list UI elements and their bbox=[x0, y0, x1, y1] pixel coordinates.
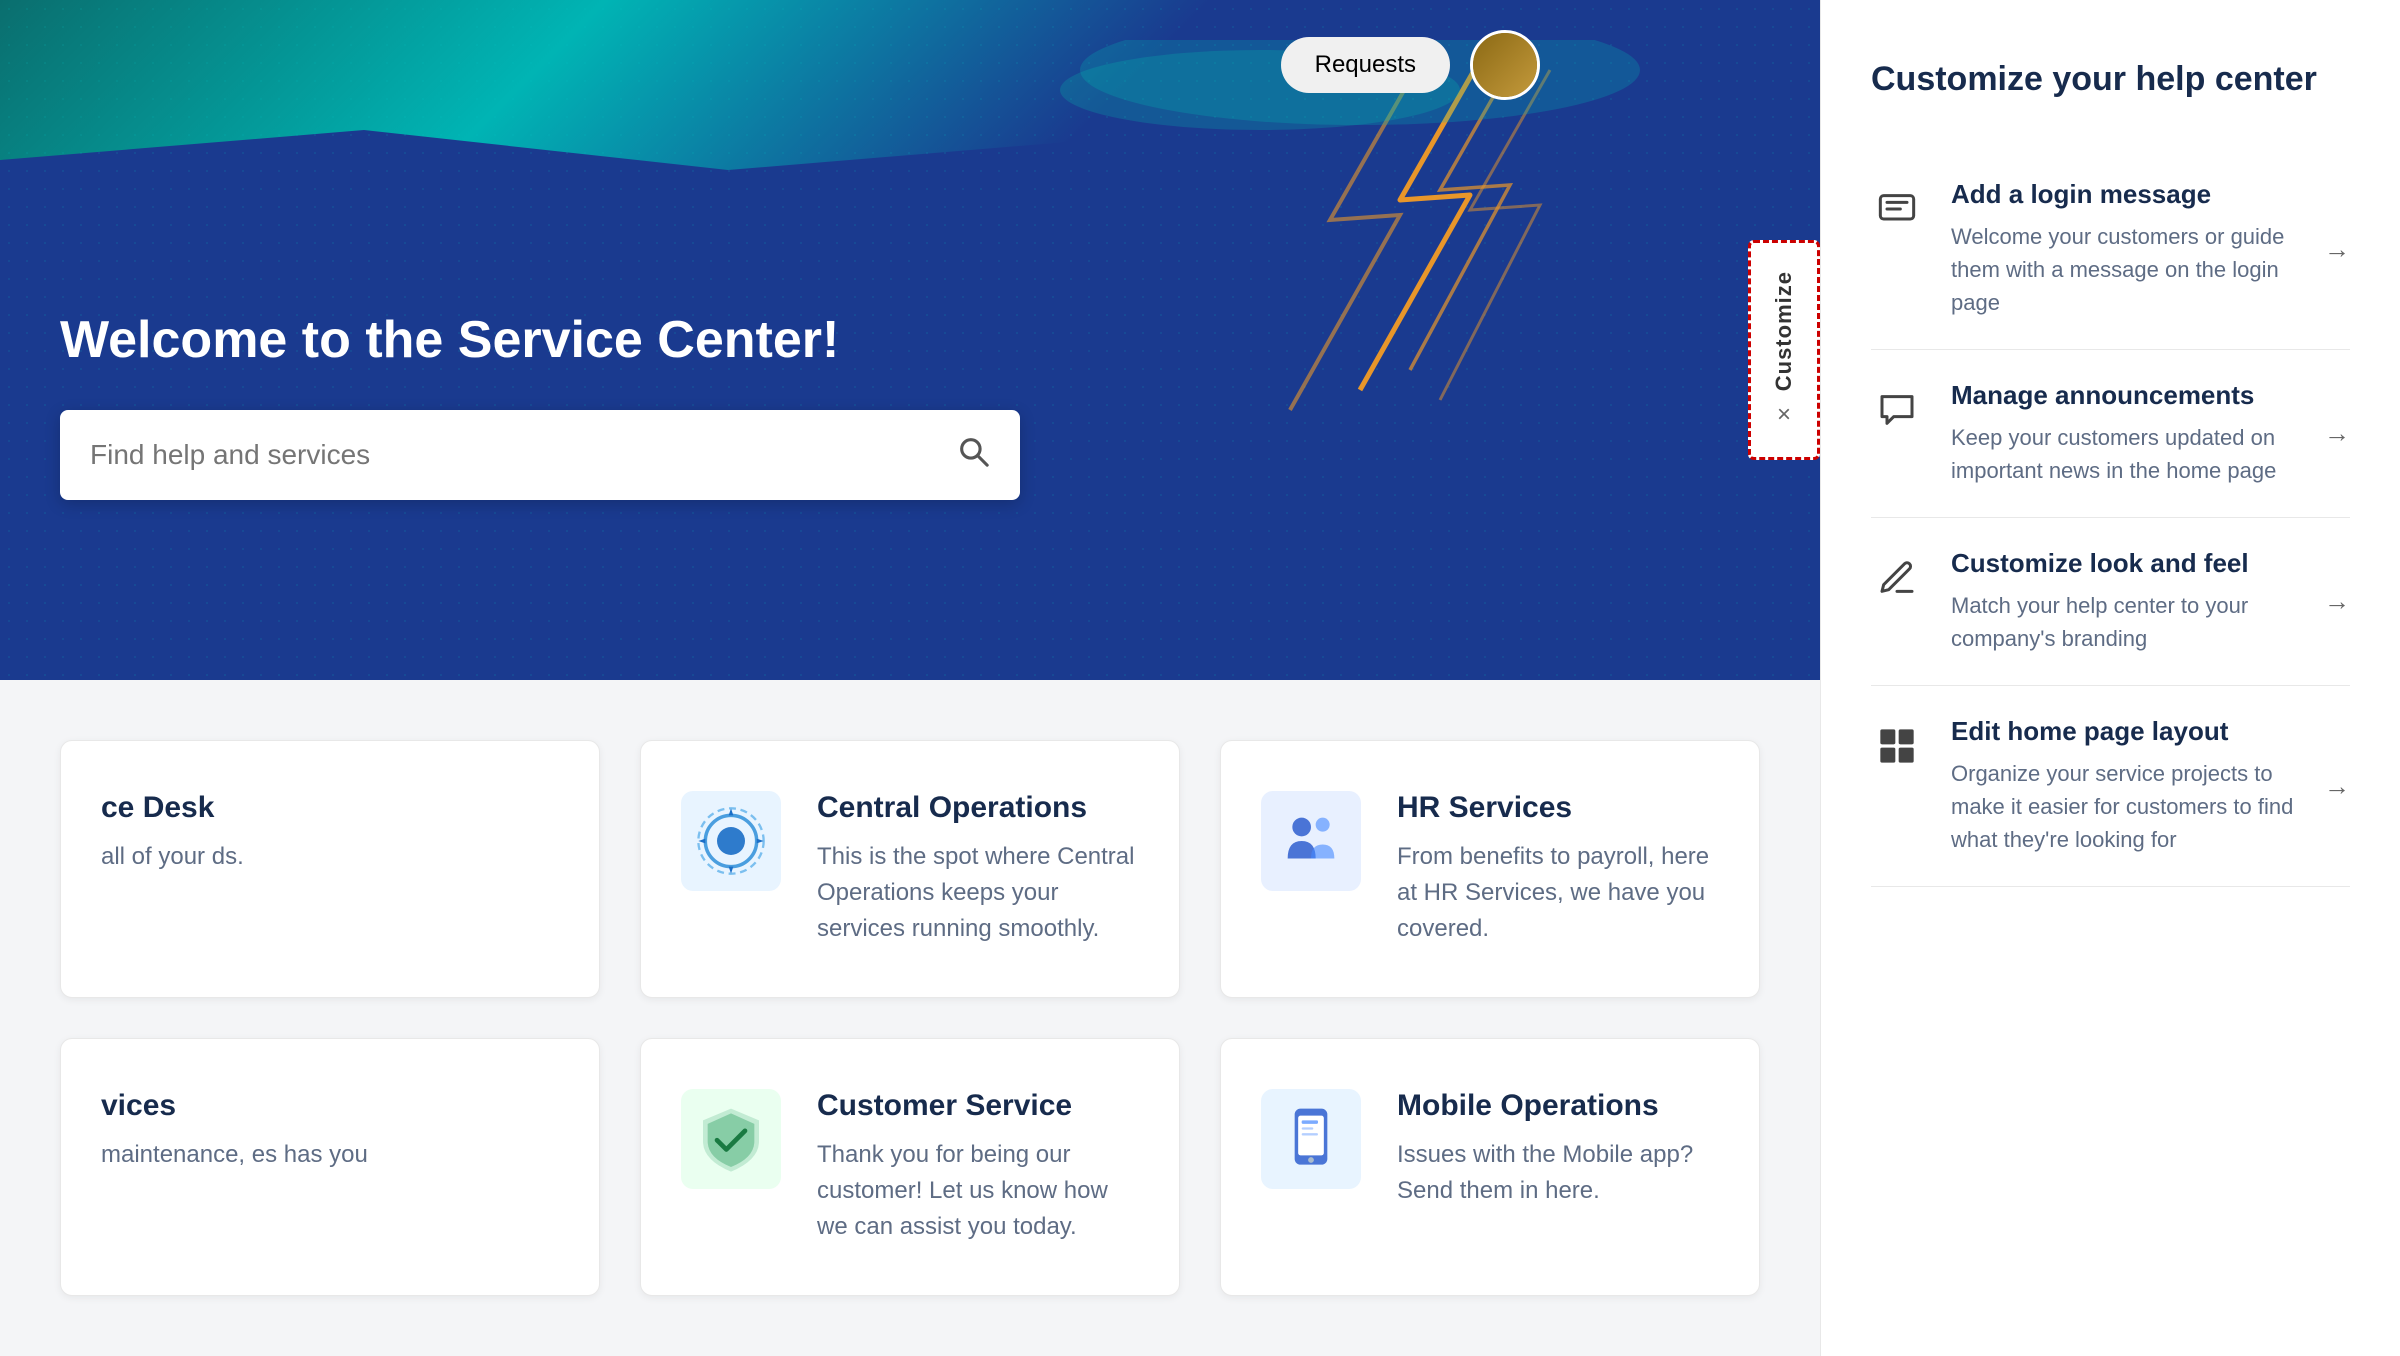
home-layout-icon bbox=[1871, 720, 1923, 772]
customer-service-title: Customer Service bbox=[817, 1089, 1139, 1123]
sidebar-item-announcements-desc: Keep your customers updated on important… bbox=[1951, 421, 2296, 487]
sidebar-item-home-layout-text: Edit home page layout Organize your serv… bbox=[1951, 716, 2296, 856]
search-bar bbox=[60, 410, 1020, 500]
central-operations-icon bbox=[681, 791, 781, 891]
customer-service-card[interactable]: Customer Service Thank you for being our… bbox=[640, 1038, 1180, 1296]
sidebar-item-look-feel[interactable]: Customize look and feel Match your help … bbox=[1871, 518, 2350, 686]
central-operations-card[interactable]: Central Operations This is the spot wher… bbox=[640, 740, 1180, 998]
partial-card-it-desk[interactable]: ce Desk all of your ds. bbox=[60, 740, 600, 998]
sidebar-item-login-message-text: Add a login message Welcome your custome… bbox=[1951, 179, 2296, 319]
hr-services-card[interactable]: HR Services From benefits to payroll, he… bbox=[1220, 740, 1760, 998]
home-layout-arrow: → bbox=[2324, 771, 2350, 802]
mobile-operations-card[interactable]: Mobile Operations Issues with the Mobile… bbox=[1220, 1038, 1760, 1296]
sidebar-item-home-layout-title: Edit home page layout bbox=[1951, 716, 2296, 747]
sidebar-item-announcements-text: Manage announcements Keep your customers… bbox=[1951, 380, 2296, 487]
avatar[interactable] bbox=[1470, 30, 1540, 100]
sidebar-item-look-feel-text: Customize look and feel Match your help … bbox=[1951, 548, 2296, 655]
partial-card-field-services-title: vices bbox=[101, 1089, 579, 1123]
mobile-operations-icon bbox=[1261, 1089, 1361, 1189]
sidebar-title: Customize your help center bbox=[1871, 60, 2350, 99]
hr-services-desc: From benefits to payroll, here at HR Ser… bbox=[1397, 839, 1719, 947]
search-input[interactable] bbox=[90, 439, 956, 471]
close-customize-button[interactable]: × bbox=[1777, 401, 1791, 429]
customize-tab: Customize × bbox=[1748, 240, 1820, 460]
hr-services-title: HR Services bbox=[1397, 791, 1719, 825]
hr-services-content: HR Services From benefits to payroll, he… bbox=[1397, 791, 1719, 947]
partial-card-it-desk-desc: all of your ds. bbox=[101, 839, 579, 875]
partial-card-field-services[interactable]: vices maintenance, es has you bbox=[60, 1038, 600, 1296]
mobile-operations-desc: Issues with the Mobile app? Send them in… bbox=[1397, 1137, 1719, 1209]
announcements-arrow: → bbox=[2324, 418, 2350, 449]
sidebar-item-look-feel-desc: Match your help center to your company's… bbox=[1951, 589, 2296, 655]
customize-label: Customize bbox=[1771, 271, 1797, 391]
hero-nav: Requests bbox=[1281, 30, 1540, 100]
central-operations-desc: This is the spot where Central Operation… bbox=[817, 839, 1139, 947]
main-content: Requests Welcome to the Service Center! bbox=[0, 0, 1820, 1356]
hero-banner: Requests Welcome to the Service Center! bbox=[0, 0, 1820, 680]
requests-button[interactable]: Requests bbox=[1281, 37, 1450, 93]
hero-title: Welcome to the Service Center! bbox=[60, 310, 1020, 370]
announcements-icon bbox=[1871, 384, 1923, 436]
sidebar-item-home-layout[interactable]: Edit home page layout Organize your serv… bbox=[1871, 686, 2350, 887]
login-message-icon bbox=[1871, 183, 1923, 235]
cards-grid: ce Desk all of your ds. bbox=[60, 740, 1760, 1296]
partial-card-field-services-desc: maintenance, es has you bbox=[101, 1137, 579, 1173]
sidebar-item-login-message-title: Add a login message bbox=[1951, 179, 2296, 210]
right-sidebar: Customize your help center Add a login m… bbox=[1820, 0, 2400, 1356]
cards-section: ce Desk all of your ds. bbox=[0, 680, 1820, 1356]
customize-panel: Customize × bbox=[1748, 240, 1820, 460]
mobile-operations-title: Mobile Operations bbox=[1397, 1089, 1719, 1123]
hero-text-area: Welcome to the Service Center! bbox=[60, 310, 1020, 500]
sidebar-item-login-message-desc: Welcome your customers or guide them wit… bbox=[1951, 220, 2296, 319]
login-message-arrow: → bbox=[2324, 234, 2350, 265]
central-operations-content: Central Operations This is the spot wher… bbox=[817, 791, 1139, 947]
customer-service-content: Customer Service Thank you for being our… bbox=[817, 1089, 1139, 1245]
partial-card-it-desk-title: ce Desk bbox=[101, 791, 579, 825]
hr-services-icon bbox=[1261, 791, 1361, 891]
customer-service-icon bbox=[681, 1089, 781, 1189]
sidebar-item-home-layout-desc: Organize your service projects to make i… bbox=[1951, 757, 2296, 856]
sidebar-item-announcements[interactable]: Manage announcements Keep your customers… bbox=[1871, 350, 2350, 518]
sidebar-item-look-feel-title: Customize look and feel bbox=[1951, 548, 2296, 579]
customer-service-desc: Thank you for being our customer! Let us… bbox=[817, 1137, 1139, 1245]
search-button[interactable] bbox=[956, 434, 990, 476]
central-operations-title: Central Operations bbox=[817, 791, 1139, 825]
sidebar-item-announcements-title: Manage announcements bbox=[1951, 380, 2296, 411]
look-feel-arrow: → bbox=[2324, 586, 2350, 617]
mobile-operations-content: Mobile Operations Issues with the Mobile… bbox=[1397, 1089, 1719, 1209]
look-feel-icon bbox=[1871, 552, 1923, 604]
sidebar-item-login-message[interactable]: Add a login message Welcome your custome… bbox=[1871, 149, 2350, 350]
